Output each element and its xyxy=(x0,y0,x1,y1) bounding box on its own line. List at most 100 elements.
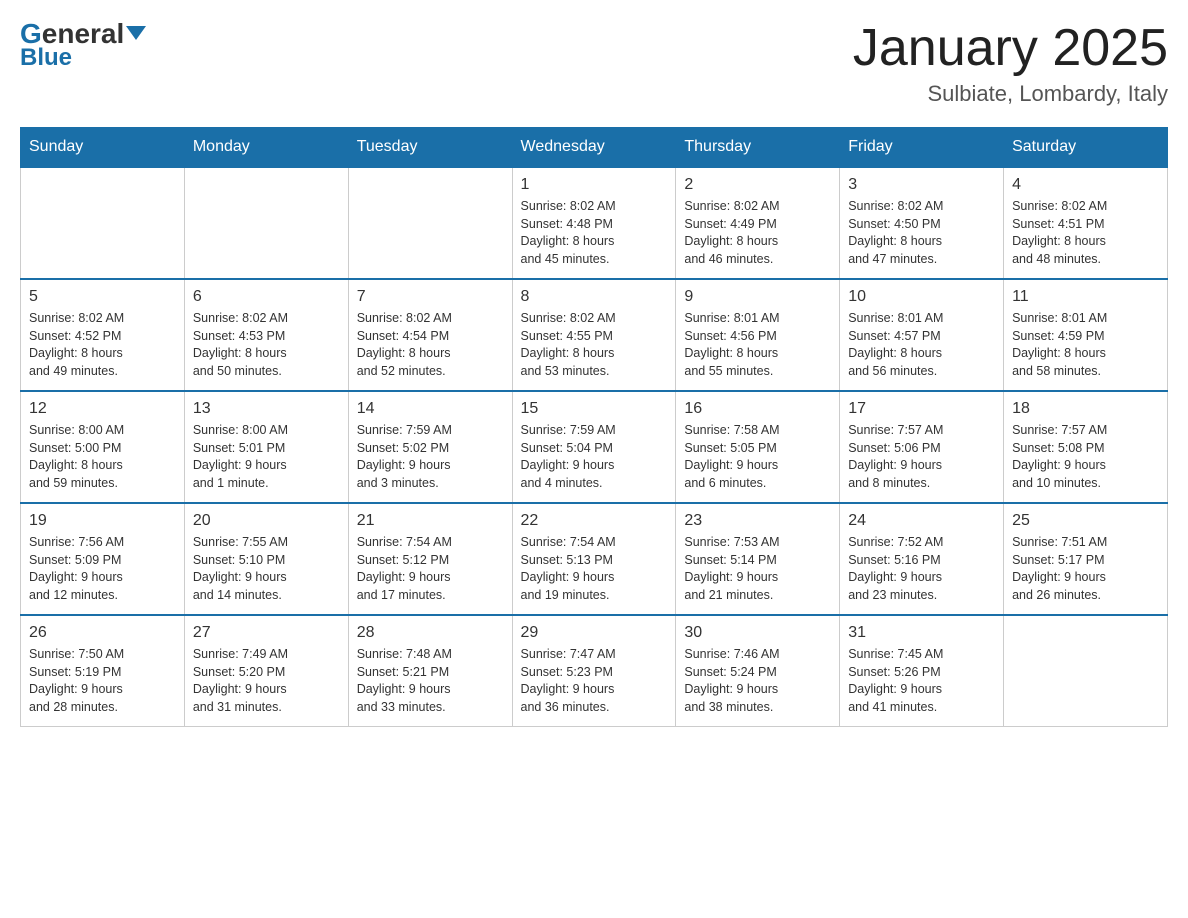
day-number: 3 xyxy=(848,176,995,194)
day-info: Sunrise: 8:00 AMSunset: 5:01 PMDaylight:… xyxy=(193,422,340,492)
day-info: Sunrise: 7:58 AMSunset: 5:05 PMDaylight:… xyxy=(684,422,831,492)
calendar-cell: 27Sunrise: 7:49 AMSunset: 5:20 PMDayligh… xyxy=(184,615,348,727)
calendar-title: January 2025 xyxy=(853,20,1168,77)
day-info: Sunrise: 7:45 AMSunset: 5:26 PMDaylight:… xyxy=(848,646,995,716)
day-number: 28 xyxy=(357,624,504,642)
day-info: Sunrise: 8:02 AMSunset: 4:53 PMDaylight:… xyxy=(193,310,340,380)
day-number: 29 xyxy=(521,624,668,642)
calendar-cell: 7 Sunrise: 8:02 AMSunset: 4:54 PMDaylight… xyxy=(348,279,512,391)
calendar-cell: 1 Sunrise: 8:02 AMSunset: 4:48 PMDaylight… xyxy=(512,167,676,279)
day-number: 7 xyxy=(357,288,504,306)
logo: General Blue xyxy=(20,20,146,72)
calendar-cell: 10 Sunrise: 8:01 AMSunset: 4:57 PMDayligh… xyxy=(840,279,1004,391)
calendar-week-3: 12Sunrise: 8:00 AMSunset: 5:00 PMDayligh… xyxy=(21,391,1168,503)
day-number: 24 xyxy=(848,512,995,530)
calendar-cell xyxy=(21,167,185,279)
calendar-header-monday: Monday xyxy=(184,128,348,168)
day-number: 2 xyxy=(684,176,831,194)
calendar-cell: 24 Sunrise: 7:52 AMSunset: 5:16 PMDayligh… xyxy=(840,503,1004,615)
calendar-location: Sulbiate, Lombardy, Italy xyxy=(853,81,1168,107)
day-info: Sunrise: 8:01 AMSunset: 4:59 PMDaylight:… xyxy=(1012,310,1159,380)
day-number: 6 xyxy=(193,288,340,306)
day-number: 8 xyxy=(521,288,668,306)
logo-blue-text: Blue xyxy=(20,44,72,72)
calendar-cell: 15Sunrise: 7:59 AMSunset: 5:04 PMDayligh… xyxy=(512,391,676,503)
day-number: 4 xyxy=(1012,176,1159,194)
day-number: 25 xyxy=(1012,512,1159,530)
calendar-cell: 30Sunrise: 7:46 AMSunset: 5:24 PMDayligh… xyxy=(676,615,840,727)
day-number: 1 xyxy=(521,176,668,194)
day-info: Sunrise: 7:49 AMSunset: 5:20 PMDaylight:… xyxy=(193,646,340,716)
calendar-cell: 5 Sunrise: 8:02 AMSunset: 4:52 PMDaylight… xyxy=(21,279,185,391)
day-info: Sunrise: 8:02 AMSunset: 4:55 PMDaylight:… xyxy=(521,310,668,380)
calendar-cell: 4 Sunrise: 8:02 AMSunset: 4:51 PMDaylight… xyxy=(1004,167,1168,279)
calendar-cell: 23 Sunrise: 7:53 AMSunset: 5:14 PMDayligh… xyxy=(676,503,840,615)
calendar-header-row: SundayMondayTuesdayWednesdayThursdayFrid… xyxy=(21,128,1168,168)
calendar-cell: 26 Sunrise: 7:50 AMSunset: 5:19 PMDayligh… xyxy=(21,615,185,727)
calendar-header-wednesday: Wednesday xyxy=(512,128,676,168)
page-header: General Blue January 2025 Sulbiate, Lomb… xyxy=(20,20,1168,107)
calendar-week-2: 5 Sunrise: 8:02 AMSunset: 4:52 PMDaylight… xyxy=(21,279,1168,391)
day-number: 21 xyxy=(357,512,504,530)
day-info: Sunrise: 8:02 AMSunset: 4:50 PMDaylight:… xyxy=(848,198,995,268)
title-block: January 2025 Sulbiate, Lombardy, Italy xyxy=(853,20,1168,107)
calendar-cell xyxy=(348,167,512,279)
calendar-header-thursday: Thursday xyxy=(676,128,840,168)
calendar-cell: 8 Sunrise: 8:02 AMSunset: 4:55 PMDaylight… xyxy=(512,279,676,391)
day-number: 12 xyxy=(29,400,176,418)
calendar-cell: 2Sunrise: 8:02 AMSunset: 4:49 PMDaylight… xyxy=(676,167,840,279)
day-number: 15 xyxy=(521,400,668,418)
calendar-header-tuesday: Tuesday xyxy=(348,128,512,168)
calendar-cell: 22Sunrise: 7:54 AMSunset: 5:13 PMDayligh… xyxy=(512,503,676,615)
calendar-cell: 12Sunrise: 8:00 AMSunset: 5:00 PMDayligh… xyxy=(21,391,185,503)
day-number: 11 xyxy=(1012,288,1159,306)
day-info: Sunrise: 8:02 AMSunset: 4:51 PMDaylight:… xyxy=(1012,198,1159,268)
day-number: 26 xyxy=(29,624,176,642)
calendar-cell: 21Sunrise: 7:54 AMSunset: 5:12 PMDayligh… xyxy=(348,503,512,615)
day-number: 9 xyxy=(684,288,831,306)
day-number: 19 xyxy=(29,512,176,530)
day-number: 16 xyxy=(684,400,831,418)
day-number: 14 xyxy=(357,400,504,418)
calendar-cell: 13 Sunrise: 8:00 AMSunset: 5:01 PMDayligh… xyxy=(184,391,348,503)
calendar-cell: 25 Sunrise: 7:51 AMSunset: 5:17 PMDayligh… xyxy=(1004,503,1168,615)
day-info: Sunrise: 7:47 AMSunset: 5:23 PMDaylight:… xyxy=(521,646,668,716)
day-info: Sunrise: 7:48 AMSunset: 5:21 PMDaylight:… xyxy=(357,646,504,716)
day-info: Sunrise: 7:55 AMSunset: 5:10 PMDaylight:… xyxy=(193,534,340,604)
day-info: Sunrise: 7:56 AMSunset: 5:09 PMDaylight:… xyxy=(29,534,176,604)
day-number: 5 xyxy=(29,288,176,306)
day-number: 20 xyxy=(193,512,340,530)
calendar-header-saturday: Saturday xyxy=(1004,128,1168,168)
day-info: Sunrise: 8:02 AMSunset: 4:48 PMDaylight:… xyxy=(521,198,668,268)
calendar-cell: 14 Sunrise: 7:59 AMSunset: 5:02 PMDayligh… xyxy=(348,391,512,503)
day-number: 23 xyxy=(684,512,831,530)
day-number: 17 xyxy=(848,400,995,418)
calendar-cell: 18Sunrise: 7:57 AMSunset: 5:08 PMDayligh… xyxy=(1004,391,1168,503)
day-info: Sunrise: 7:52 AMSunset: 5:16 PMDaylight:… xyxy=(848,534,995,604)
day-info: Sunrise: 8:02 AMSunset: 4:54 PMDaylight:… xyxy=(357,310,504,380)
day-info: Sunrise: 7:57 AMSunset: 5:06 PMDaylight:… xyxy=(848,422,995,492)
day-number: 13 xyxy=(193,400,340,418)
calendar-header-sunday: Sunday xyxy=(21,128,185,168)
calendar-cell: 29 Sunrise: 7:47 AMSunset: 5:23 PMDayligh… xyxy=(512,615,676,727)
calendar-week-5: 26 Sunrise: 7:50 AMSunset: 5:19 PMDayligh… xyxy=(21,615,1168,727)
calendar-week-1: 1 Sunrise: 8:02 AMSunset: 4:48 PMDaylight… xyxy=(21,167,1168,279)
day-number: 10 xyxy=(848,288,995,306)
day-info: Sunrise: 7:57 AMSunset: 5:08 PMDaylight:… xyxy=(1012,422,1159,492)
calendar-week-4: 19 Sunrise: 7:56 AMSunset: 5:09 PMDayligh… xyxy=(21,503,1168,615)
calendar-cell: 20 Sunrise: 7:55 AMSunset: 5:10 PMDayligh… xyxy=(184,503,348,615)
calendar-cell: 17 Sunrise: 7:57 AMSunset: 5:06 PMDayligh… xyxy=(840,391,1004,503)
calendar-cell: 19 Sunrise: 7:56 AMSunset: 5:09 PMDayligh… xyxy=(21,503,185,615)
day-info: Sunrise: 8:01 AMSunset: 4:57 PMDaylight:… xyxy=(848,310,995,380)
calendar-cell: 3 Sunrise: 8:02 AMSunset: 4:50 PMDaylight… xyxy=(840,167,1004,279)
day-info: Sunrise: 7:53 AMSunset: 5:14 PMDaylight:… xyxy=(684,534,831,604)
calendar-cell xyxy=(184,167,348,279)
calendar-cell: 6 Sunrise: 8:02 AMSunset: 4:53 PMDaylight… xyxy=(184,279,348,391)
day-info: Sunrise: 8:02 AMSunset: 4:52 PMDaylight:… xyxy=(29,310,176,380)
day-info: Sunrise: 7:59 AMSunset: 5:02 PMDaylight:… xyxy=(357,422,504,492)
day-info: Sunrise: 7:46 AMSunset: 5:24 PMDaylight:… xyxy=(684,646,831,716)
day-info: Sunrise: 7:51 AMSunset: 5:17 PMDaylight:… xyxy=(1012,534,1159,604)
calendar-cell xyxy=(1004,615,1168,727)
day-info: Sunrise: 7:50 AMSunset: 5:19 PMDaylight:… xyxy=(29,646,176,716)
calendar-cell: 28 Sunrise: 7:48 AMSunset: 5:21 PMDayligh… xyxy=(348,615,512,727)
